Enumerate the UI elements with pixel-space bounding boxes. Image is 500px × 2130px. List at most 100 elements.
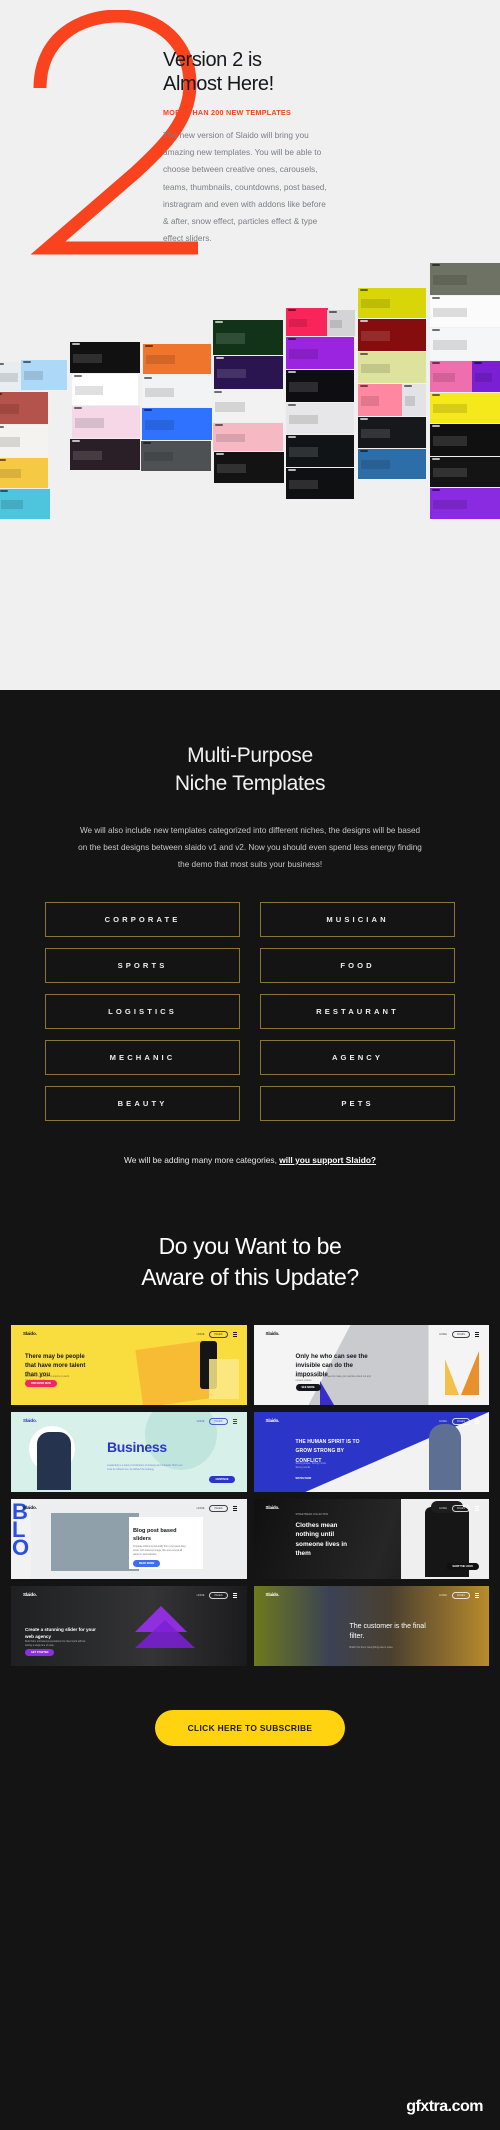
category-button-food[interactable]: FOOD [260, 947, 455, 983]
mosaic-tile [213, 423, 283, 451]
screenshot-nav-pill[interactable]: PAGES [451, 1417, 470, 1425]
screenshot-nav-pill[interactable]: PAGES [209, 1417, 228, 1425]
mosaic-tile-logo-bar [404, 385, 412, 387]
category-button-sports[interactable]: SPORTS [45, 947, 240, 983]
hamburger-menu-icon[interactable] [475, 1593, 479, 1598]
mosaic-tile-logo-bar [145, 345, 153, 347]
mosaic-tile [72, 374, 138, 405]
mosaic-tile [472, 361, 500, 392]
mosaic-tile-content [289, 349, 318, 359]
mosaic-tile-logo-bar [216, 453, 224, 455]
slider-screenshot-customer-filter-slider[interactable]: Slaido. HOME PAGES The customer is the fina… [253, 1585, 490, 1666]
category-button-musician[interactable]: MUSICIAN [260, 901, 455, 937]
hamburger-menu-icon[interactable] [475, 1506, 479, 1511]
screenshot-nav-right: HOME PAGES [439, 1330, 479, 1338]
mosaic-tile-content [433, 436, 467, 446]
category-button-mechanic[interactable]: MECHANIC [45, 1039, 240, 1075]
mosaic-tile [430, 263, 500, 295]
mosaic-tile-content [361, 396, 380, 406]
slider-screenshot-yellow-phone-slider[interactable]: Slaido. HOME PAGES There may be people that… [11, 1324, 247, 1405]
screenshot-cta-button[interactable]: DISCOVER NOW [25, 1379, 57, 1387]
screenshot-nav-link[interactable]: HOME [439, 1333, 447, 1336]
mosaic-tile [286, 403, 354, 434]
subscribe-area: CLICK HERE TO SUBSCRIBE [0, 1709, 500, 1746]
screenshot-nav-link[interactable]: HOME [197, 1594, 205, 1597]
hamburger-menu-icon[interactable] [232, 1332, 237, 1337]
category-button-pets[interactable]: PETS [260, 1085, 455, 1121]
screenshot-nav-right: HOME PAGES [439, 1417, 479, 1425]
hamburger-menu-icon[interactable] [232, 1419, 237, 1424]
screenshot-body-text: Build it for them. Everything else is no… [349, 1645, 394, 1649]
screenshot-brand-logo: Slaido. [23, 1504, 37, 1510]
screenshot-nav-link[interactable]: HOME [439, 1420, 447, 1423]
screenshot-cta-button[interactable]: READ MORE [133, 1559, 161, 1567]
mosaic-tile-logo-bar [432, 297, 440, 299]
mosaic-tile-logo-bar [74, 375, 82, 377]
mosaic-tile-logo-bar [0, 363, 4, 365]
mosaic-tile-content [289, 479, 318, 490]
mosaic-tile [430, 296, 500, 327]
mosaic-tile [286, 370, 354, 402]
screenshot-nav-link[interactable]: HOME [439, 1507, 447, 1510]
category-button-corporate[interactable]: CORPORATE [45, 901, 240, 937]
screenshot-nav-pill[interactable]: PAGES [451, 1504, 470, 1512]
screenshot-nav-link[interactable]: HOME [197, 1420, 205, 1423]
screenshot-nav-right: HOME PAGES [439, 1504, 479, 1512]
mosaic-tile-content [75, 418, 104, 428]
slider-screenshot-invisible-impossible-slider[interactable]: Slaido. HOME PAGES Only he who can see the … [253, 1324, 489, 1405]
slider-screenshot-blog-post-slider[interactable]: B L O Slaido. HOME PAGES Blog post based slide… [11, 1498, 247, 1579]
mosaic-tile [358, 417, 426, 448]
mosaic-tile-content [330, 319, 342, 328]
screenshot-body-text: Build bold, animated presentations for c… [25, 1639, 86, 1647]
slider-screenshot-human-spirit-slider[interactable]: Slaido. HOME PAGES THE HUMAN SPIRIT IS TO G… [253, 1411, 489, 1492]
mosaic-tile-content [144, 452, 174, 462]
category-button-restaurant[interactable]: RESTAURANT [260, 993, 455, 1029]
mosaic-tile [70, 439, 140, 470]
mosaic-tile-logo-bar [288, 404, 296, 406]
mosaic-tile-content [1, 500, 23, 510]
niche-heading-line2: Niche Templates [174, 771, 326, 795]
slider-screenshot-clothes-slider[interactable]: Slaido. HOME PAGES Clothes mean nothing unt… [253, 1498, 489, 1579]
slider-screenshot-business-slider[interactable]: Slaido. HOME PAGES Business Leadership is a … [11, 1411, 247, 1492]
mosaic-tile-logo-bar [72, 343, 80, 345]
hamburger-menu-icon[interactable] [475, 1419, 479, 1424]
slider-screenshot-web-agency-slider[interactable]: Slaido. HOME PAGES Create a stunning slider… [11, 1585, 247, 1666]
mosaic-tile-content [73, 450, 103, 461]
screenshot-nav-pill[interactable]: PAGES [209, 1330, 228, 1338]
category-button-logistics[interactable]: LOGISTICS [45, 993, 240, 1029]
screenshot-nav-pill[interactable]: PAGES [451, 1591, 470, 1599]
subscribe-button[interactable]: CLICK HERE TO SUBSCRIBE [154, 1709, 346, 1746]
screenshot-nav-pill[interactable]: PAGES [209, 1504, 228, 1512]
mosaic-tile-logo-bar [74, 407, 82, 409]
screenshot-navbar: Slaido. HOME PAGES [254, 1591, 490, 1599]
screenshot-nav-pill[interactable]: PAGES [209, 1591, 228, 1599]
niche-subtext: We will also include new templates categ… [78, 826, 422, 870]
support-slaido-link[interactable]: will you support Slaido? [279, 1155, 376, 1165]
screenshot-cta-button[interactable]: SHOP THE LOOK [446, 1562, 479, 1570]
screenshot-cta-button[interactable]: CONTINUE [209, 1475, 235, 1483]
hamburger-menu-icon[interactable] [232, 1506, 237, 1511]
screenshot-brand-logo: Slaido. [265, 1591, 280, 1597]
screenshot-cta-button[interactable]: SEE MORE [295, 1383, 321, 1391]
screenshot-cta-button[interactable]: WATCH NOW [296, 1477, 312, 1480]
mosaic-tile-content [145, 387, 175, 398]
screenshot-nav-pill[interactable]: PAGES [451, 1330, 470, 1338]
screenshot-brand-logo: Slaido. [23, 1417, 37, 1423]
mosaic-tile-content [361, 428, 390, 439]
mosaic-tile [430, 488, 500, 519]
hamburger-menu-icon[interactable] [475, 1332, 479, 1337]
screenshot-nav-link[interactable]: HOME [439, 1594, 447, 1597]
mosaic-tile [358, 319, 426, 351]
screenshot-nav-right: HOME PAGES [197, 1330, 237, 1338]
mosaic-tile-content [146, 355, 175, 365]
screenshot-nav-link[interactable]: HOME [197, 1507, 205, 1510]
screenshot-nav-link[interactable]: HOME [197, 1333, 205, 1336]
category-button-agency[interactable]: AGENCY [260, 1039, 455, 1075]
hamburger-menu-icon[interactable] [232, 1593, 237, 1598]
screenshot-headline: Create a stunning slider for your web ag… [25, 1626, 96, 1640]
mosaic-tile [0, 489, 50, 519]
aware-heading: Do you Want to be Aware of this Update? [0, 1231, 500, 1293]
mosaic-tile-content [0, 469, 21, 479]
screenshot-cta-button[interactable]: GET STARTED [25, 1648, 55, 1656]
category-button-beauty[interactable]: BEAUTY [45, 1085, 240, 1121]
